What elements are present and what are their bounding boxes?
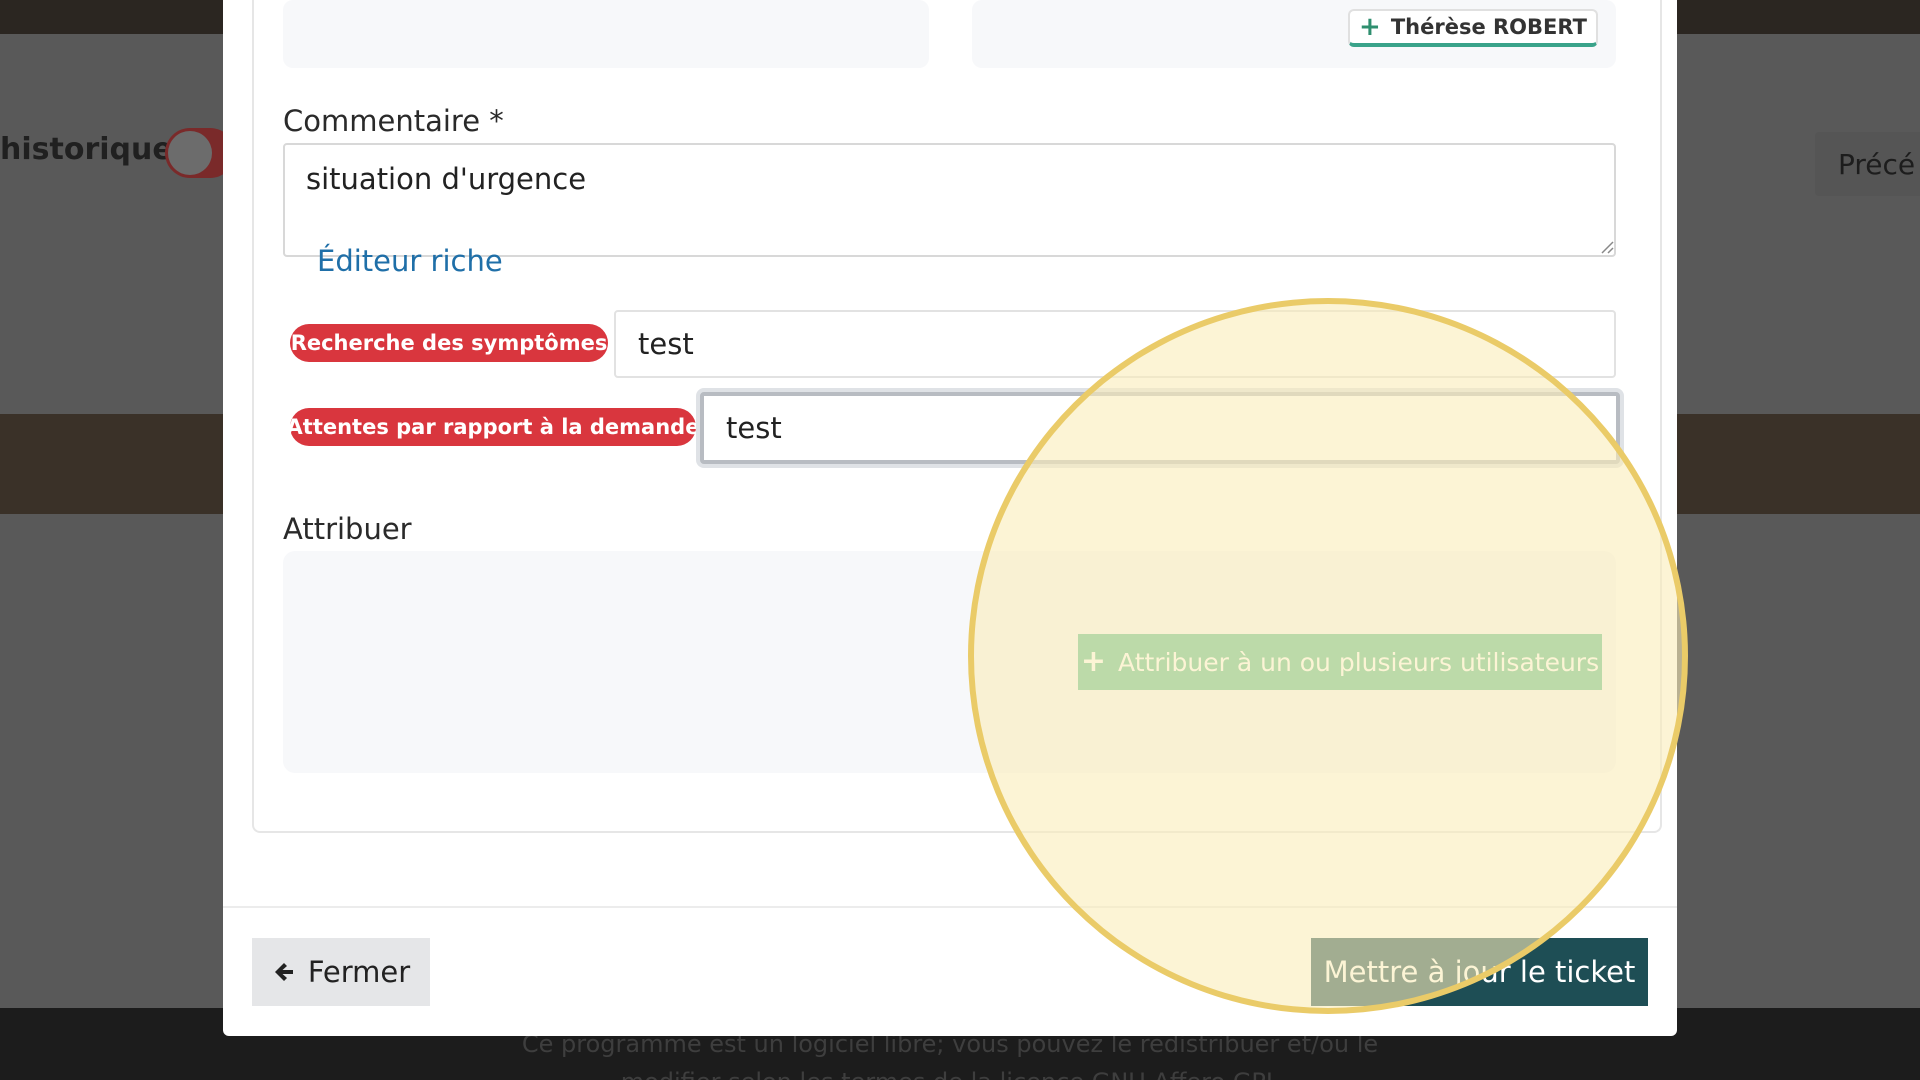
update-ticket-button-label: Mettre à jour le ticket	[1323, 955, 1636, 989]
update-ticket-button[interactable]: Mettre à jour le ticket	[1311, 938, 1648, 1006]
resize-grip-icon[interactable]	[1598, 238, 1614, 254]
previous-button-label: Précé	[1838, 148, 1916, 181]
symptoms-badge: Recherche des symptômes	[290, 324, 608, 362]
plus-icon: +	[1359, 12, 1381, 42]
close-button[interactable]: Fermer	[252, 938, 430, 1006]
arrow-left-icon	[274, 963, 293, 981]
assign-users-button[interactable]: + Attribuer à un ou plusieurs utilisateu…	[1078, 634, 1602, 690]
assign-label: Attribuer	[283, 512, 412, 546]
footer-license-line-2: modifier selon les termes de la licence …	[0, 1068, 1900, 1080]
info-panel-left	[283, 0, 929, 68]
symptoms-input[interactable]	[614, 310, 1616, 378]
screen: historique Précé Ce programme est un log…	[0, 0, 1920, 1080]
symptoms-input-value: test	[638, 327, 694, 361]
historique-label: historique	[0, 132, 173, 167]
assigned-user-name: Thérèse ROBERT	[1390, 15, 1587, 39]
comment-textarea[interactable]	[283, 143, 1616, 257]
plus-icon: +	[1080, 644, 1107, 679]
comment-value: situation d'urgence	[306, 162, 587, 196]
modal-footer-divider	[223, 906, 1677, 908]
expectations-badge: Attentes par rapport à la demande	[287, 408, 699, 446]
assign-users-button-label: Attribuer à un ou plusieurs utilisateurs	[1118, 647, 1600, 677]
close-button-label: Fermer	[307, 955, 411, 989]
expectations-input-value: test	[726, 411, 782, 445]
assigned-user-chip[interactable]: + Thérèse ROBERT	[1348, 9, 1598, 47]
rich-editor-link[interactable]: Éditeur riche	[317, 244, 503, 278]
historique-toggle-knob	[168, 131, 212, 175]
expectations-input[interactable]	[700, 392, 1620, 464]
comment-label: Commentaire *	[283, 104, 504, 138]
